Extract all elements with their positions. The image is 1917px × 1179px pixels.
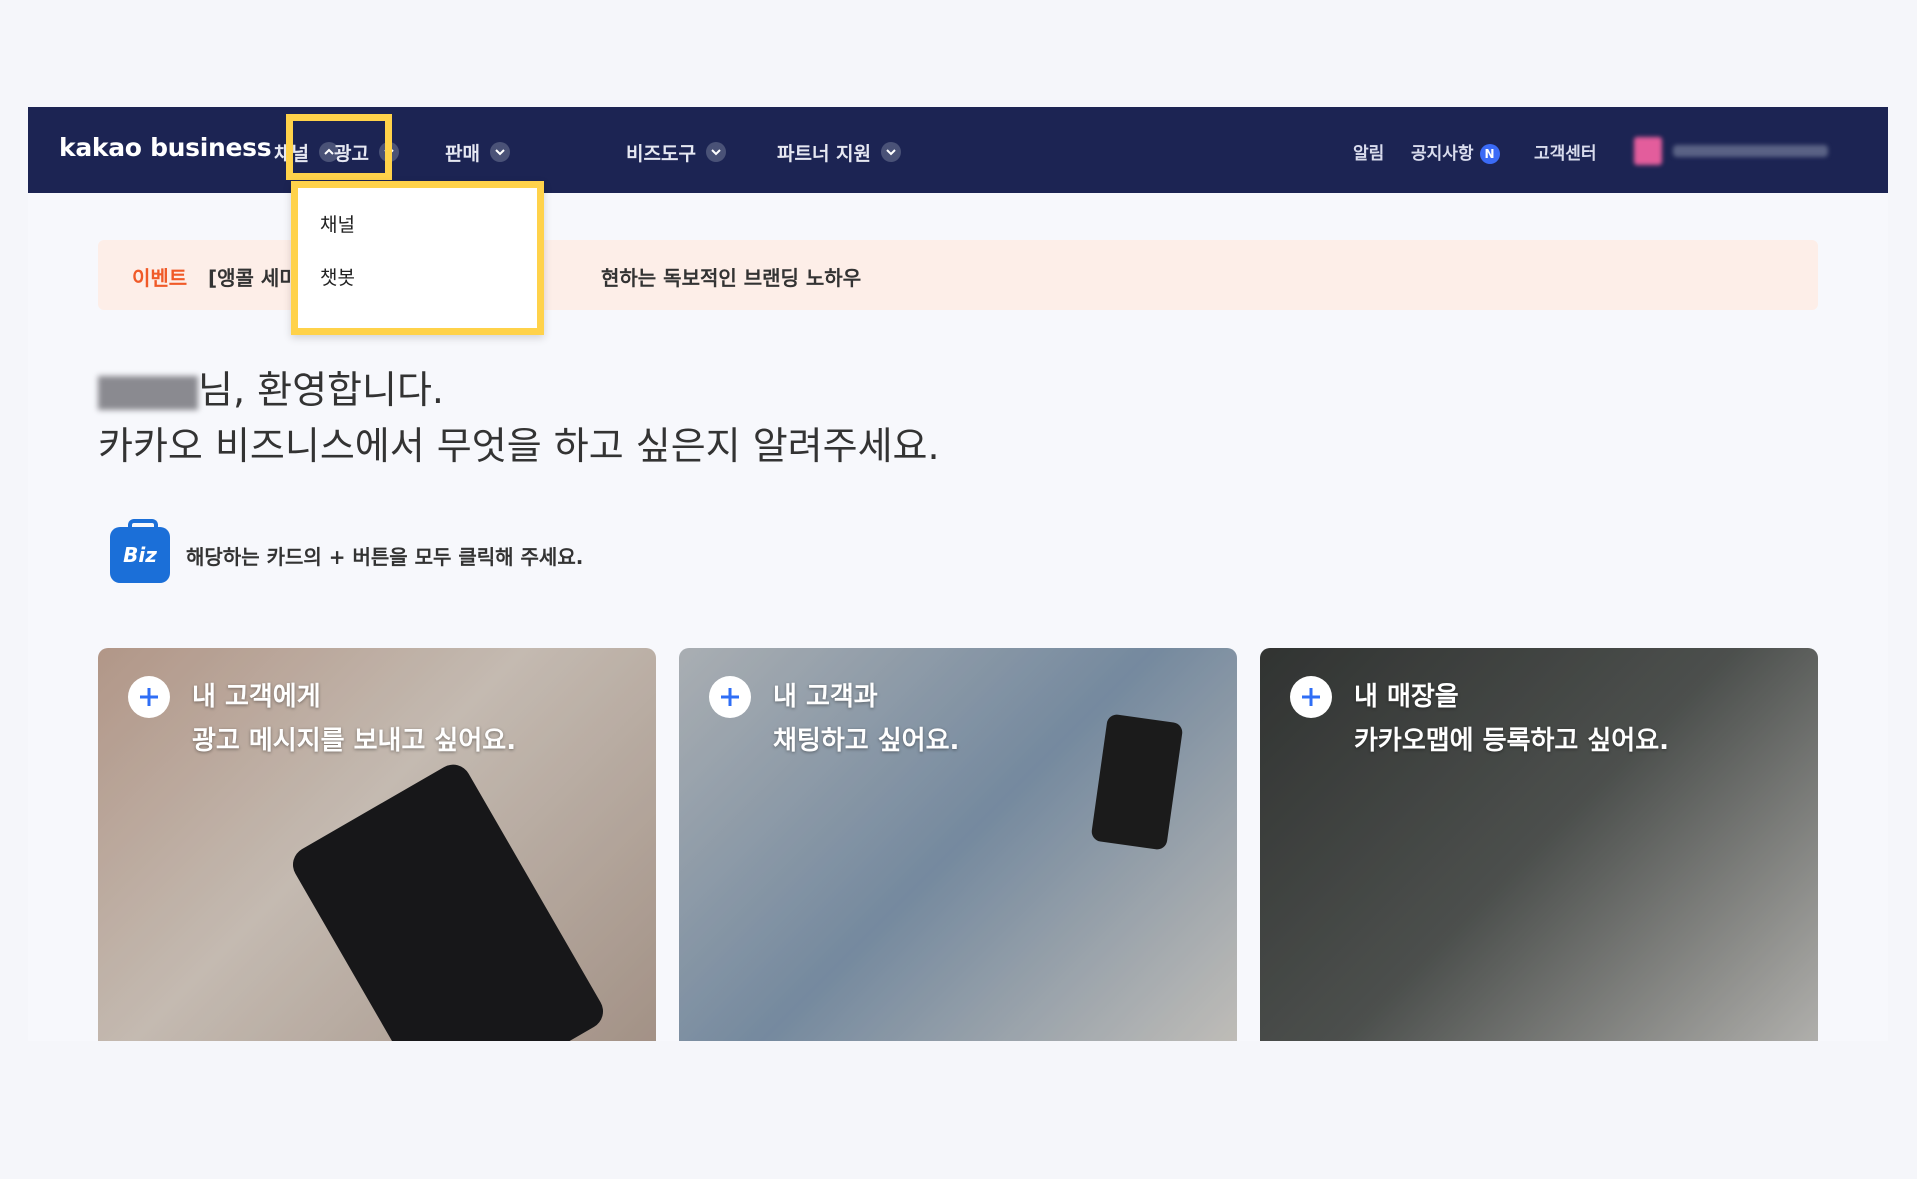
chevron-down-icon bbox=[705, 142, 726, 162]
welcome-line-1: 님, 환영합니다. bbox=[98, 362, 940, 418]
plus-icon[interactable] bbox=[709, 676, 751, 718]
menu-partner-support[interactable]: 파트너 지원 bbox=[777, 137, 902, 167]
card-register-store-map[interactable]: 내 매장을 카카오맵에 등록하고 싶어요. bbox=[1260, 648, 1818, 1041]
instruction-hint: Biz 해당하는 카드의 + 버튼을 모두 클릭해 주세요. bbox=[110, 519, 584, 583]
channel-dropdown-menu: 채널 챗봇 bbox=[291, 181, 544, 335]
avatar[interactable] bbox=[1634, 137, 1662, 165]
new-badge: N bbox=[1479, 144, 1500, 164]
hint-text: 해당하는 카드의 + 버튼을 모두 클릭해 주세요. bbox=[186, 544, 584, 569]
menu-biz-tools-label: 비즈도구 bbox=[626, 142, 696, 165]
welcome-message: 님, 환영합니다. 카카오 비즈니스에서 무엇을 하고 싶은지 알려주세요. bbox=[98, 362, 940, 474]
dropdown-item-chatbot[interactable]: 챗봇 bbox=[320, 263, 355, 290]
notifications-link[interactable]: 알림 bbox=[1353, 139, 1384, 164]
kakao-business-logo[interactable]: kakao business bbox=[59, 133, 272, 162]
event-tag: 이벤트 bbox=[132, 266, 188, 290]
menu-sales[interactable]: 판매 bbox=[445, 137, 510, 167]
chevron-down-icon bbox=[489, 142, 510, 162]
channel-menu-highlight bbox=[286, 114, 392, 180]
plus-icon[interactable] bbox=[128, 676, 170, 718]
card-title: 내 매장을 카카오맵에 등록하고 싶어요. bbox=[1354, 682, 1670, 756]
menu-sales-label: 판매 bbox=[445, 142, 480, 165]
event-text-right: 현하는 독보적인 브랜딩 노하우 bbox=[601, 266, 862, 290]
card-send-ad-message[interactable]: 내 고객에게 광고 메시지를 보내고 싶어요. bbox=[98, 648, 656, 1041]
app-frame: kakao business 채널 광고 판매 비즈도구 파트너 지원 알림 공… bbox=[28, 107, 1888, 1041]
chevron-down-icon bbox=[881, 142, 902, 162]
user-name-redacted bbox=[98, 375, 198, 410]
welcome-line-2: 카카오 비즈니스에서 무엇을 하고 싶은지 알려주세요. bbox=[98, 424, 940, 468]
event-text-left: [앵콜 세미 bbox=[208, 266, 298, 290]
notice-link[interactable]: 공지사항 N bbox=[1411, 139, 1500, 164]
biz-bag-icon: Biz bbox=[110, 519, 170, 583]
card-chat-with-customers[interactable]: 내 고객과 채팅하고 싶어요. bbox=[679, 648, 1237, 1041]
plus-icon[interactable] bbox=[1290, 676, 1332, 718]
menu-biz-tools[interactable]: 비즈도구 bbox=[626, 137, 726, 167]
menu-partner-support-label: 파트너 지원 bbox=[777, 142, 872, 165]
support-link[interactable]: 고객센터 bbox=[1534, 139, 1597, 164]
notice-label: 공지사항 bbox=[1411, 144, 1474, 164]
card-title: 내 고객에게 광고 메시지를 보내고 싶어요. bbox=[192, 682, 517, 756]
dropdown-item-channel[interactable]: 채널 bbox=[320, 210, 355, 237]
account-name-redacted[interactable] bbox=[1673, 145, 1828, 157]
card-title: 내 고객과 채팅하고 싶어요. bbox=[773, 682, 960, 756]
